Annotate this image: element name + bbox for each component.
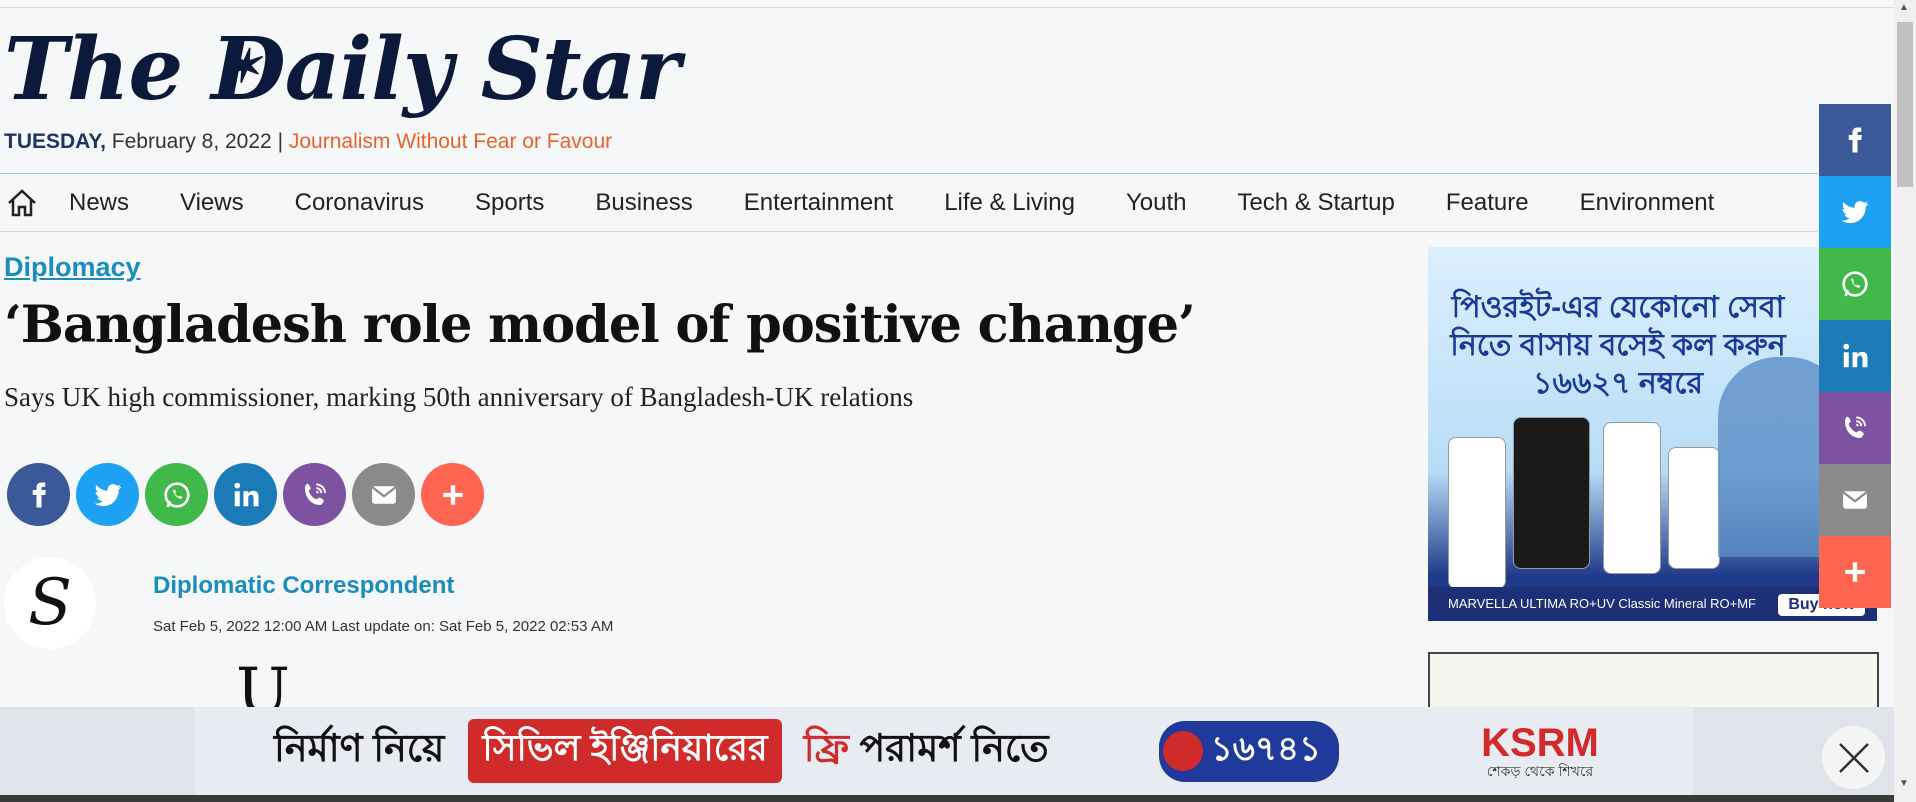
email-share-button[interactable] — [352, 463, 415, 526]
nav-item-life-living[interactable]: Life & Living — [944, 189, 1075, 217]
nav-item-entertainment[interactable]: Entertainment — [744, 189, 893, 217]
bottom-ad-consult: পরামর্শ নিতে — [859, 728, 1049, 770]
author-avatar-letter: S — [28, 566, 72, 640]
ad-product-image — [1448, 437, 1506, 589]
plus-icon — [1845, 562, 1865, 582]
article-category-link[interactable]: Diplomacy — [4, 252, 141, 283]
author-avatar: S — [4, 557, 96, 649]
close-ad-button[interactable] — [1822, 726, 1885, 789]
bottom-ad-text-3: ফ্রি পরামর্শ নিতে — [804, 719, 1049, 783]
article-headline: ‘Bangladesh role model of positive chang… — [4, 295, 1196, 355]
ad-product-image — [1603, 422, 1661, 574]
logo-star-icon: ✶ — [222, 39, 261, 93]
share-buttons-row — [7, 463, 484, 526]
nav-item-business[interactable]: Business — [595, 189, 692, 217]
ad-product-image — [1668, 447, 1720, 569]
ad-product-image — [1513, 417, 1590, 569]
top-divider — [0, 7, 1894, 8]
bottom-ad-brand-name: KSRM — [1481, 721, 1599, 765]
nav-item-feature[interactable]: Feature — [1446, 189, 1529, 217]
floating-viber-button[interactable] — [1819, 392, 1891, 464]
facebook-icon — [32, 482, 46, 507]
floating-email-button[interactable] — [1819, 464, 1891, 536]
floating-facebook-button[interactable] — [1819, 104, 1891, 176]
linkedin-share-button[interactable] — [214, 463, 277, 526]
email-icon — [1843, 491, 1867, 509]
viber-icon — [1845, 416, 1866, 438]
nav-item-news[interactable]: News — [69, 189, 129, 217]
facebook-share-button[interactable] — [7, 463, 70, 526]
phone-icon — [1162, 731, 1203, 771]
whatsapp-icon — [163, 481, 190, 508]
article-dates: Sat Feb 5, 2022 12:00 AM Last update on:… — [153, 618, 614, 635]
more-share-button[interactable] — [421, 463, 484, 526]
dateline-separator: | — [277, 130, 284, 153]
scrollbar-thumb[interactable] — [1897, 22, 1913, 187]
viber-icon — [304, 482, 326, 505]
nav-item-sports[interactable]: Sports — [475, 189, 544, 217]
linkedin-icon — [233, 482, 258, 506]
floating-linkedin-button[interactable] — [1819, 320, 1891, 392]
dateline-date: February 8, 2022 — [111, 130, 272, 153]
bottom-ad-phone-number: ১৬৭৪১ — [1210, 729, 1322, 768]
dateline-day: TUESDAY, — [4, 130, 106, 153]
main-nav: News Views Coronavirus Sports Business E… — [0, 174, 1765, 231]
bottom-advertisement[interactable]: নির্মাণ নিয়ে সিভিল ইঞ্জিনিয়ারের ফ্রি প… — [194, 707, 1693, 795]
facebook-icon — [1848, 127, 1862, 153]
article-subhead: Says UK high commissioner, marking 50th … — [4, 382, 914, 412]
side-advertisement[interactable]: পিওরইট-এর যেকোনো সেবা নিতে বাসায় বসেই ক… — [1428, 247, 1877, 621]
email-icon — [371, 485, 396, 504]
floating-whatsapp-button[interactable] — [1819, 248, 1891, 320]
whatsapp-icon — [1842, 271, 1868, 297]
nav-item-environment[interactable]: Environment — [1580, 189, 1715, 217]
twitter-icon — [1841, 201, 1869, 224]
bottom-ad-text-2: সিভিল ইঞ্জিনিয়ারের — [468, 719, 782, 783]
scroll-down-arrow-icon[interactable]: ▼ — [1899, 778, 1909, 789]
plus-icon — [442, 484, 463, 505]
nav-item-views[interactable]: Views — [180, 189, 244, 217]
dateline: TUESDAY, February 8, 2022 | Journalism W… — [4, 130, 612, 154]
site-logo[interactable]: The Daily Star ✶ — [4, 18, 681, 122]
scroll-up-arrow-icon[interactable]: ▲ — [1899, 2, 1909, 13]
nav-item-coronavirus[interactable]: Coronavirus — [295, 189, 424, 217]
floating-twitter-button[interactable] — [1819, 176, 1891, 248]
bottom-ad-brand: KSRM শেকড় থেকে শিখরে — [1481, 723, 1599, 779]
whatsapp-share-button[interactable] — [145, 463, 208, 526]
viber-share-button[interactable] — [283, 463, 346, 526]
nav-bottom-border — [0, 231, 1818, 232]
bottom-ad-phone: ১৬৭৪১ — [1158, 720, 1340, 782]
floating-share-bar — [1819, 104, 1891, 608]
bottom-ad-brand-tagline: শেকড় থেকে শিখরে — [1486, 763, 1594, 779]
side-ad-products-text: MARVELLA ULTIMA RO+UV Classic Mineral RO… — [1448, 596, 1756, 611]
taskbar-strip — [0, 795, 1894, 802]
side-advertisement-2[interactable] — [1428, 652, 1879, 714]
nav-item-youth[interactable]: Youth — [1126, 189, 1187, 217]
bottom-ad-free: ফ্রি — [803, 728, 849, 770]
linkedin-icon — [1843, 343, 1868, 368]
home-icon[interactable] — [4, 185, 40, 221]
author-name-link[interactable]: Diplomatic Correspondent — [153, 572, 454, 600]
floating-more-button[interactable] — [1819, 536, 1891, 608]
close-icon — [1838, 742, 1869, 773]
bottom-ad-text-1: নির্মাণ নিয়ে — [274, 728, 445, 770]
site-motto: Journalism Without Fear or Favour — [288, 130, 613, 153]
nav-item-tech-startup[interactable]: Tech & Startup — [1237, 189, 1394, 217]
twitter-icon — [94, 483, 121, 506]
twitter-share-button[interactable] — [76, 463, 139, 526]
